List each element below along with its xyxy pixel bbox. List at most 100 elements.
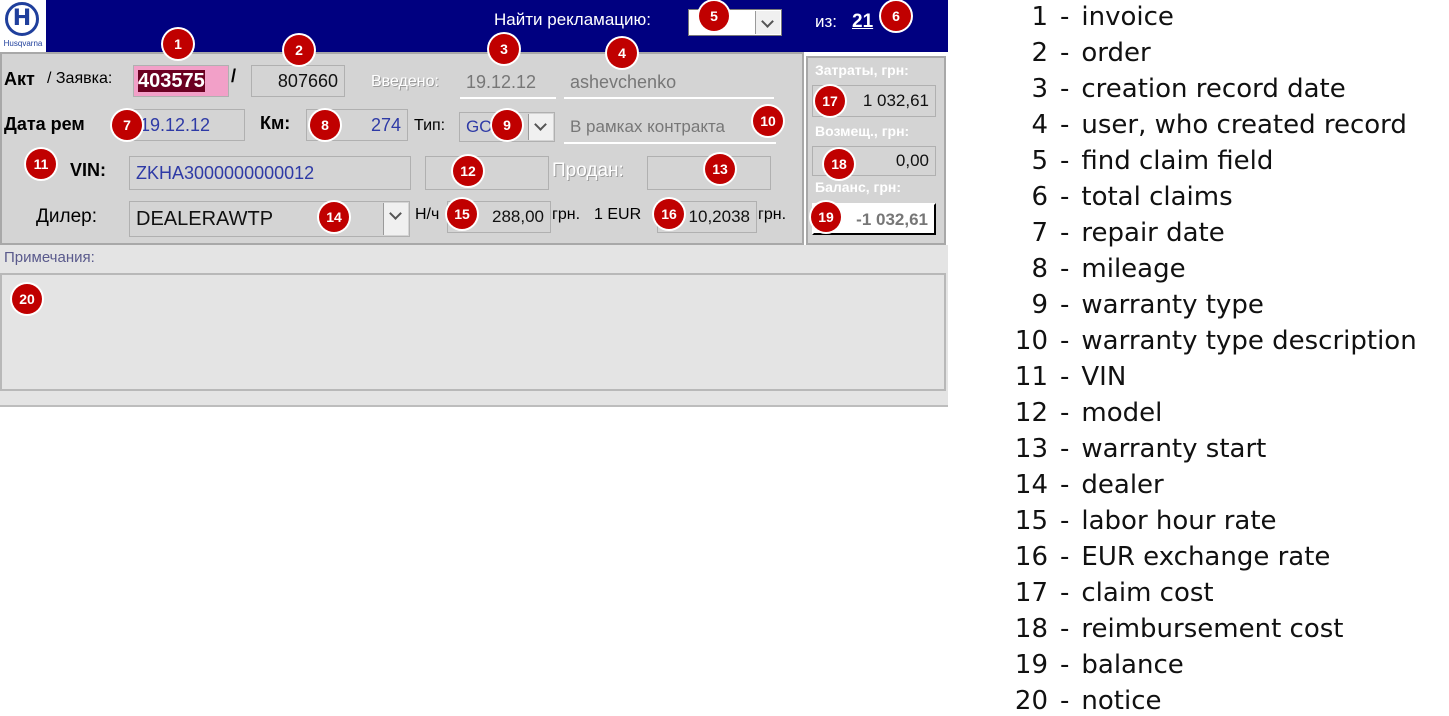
top-bar [0,0,948,52]
warranty-desc-field: В рамках контракта [564,112,776,144]
legend-text: mileage [1081,254,1186,284]
mileage-label: Км: [260,113,291,133]
invoice-field[interactable]: 403575 [133,65,229,97]
legend-item: 11- VIN [996,362,1126,392]
legend-separator: - [1060,614,1070,644]
legend-item: 8- mileage [996,254,1186,284]
marker-badge: 3 [489,34,519,64]
legend-separator: - [1060,74,1070,104]
legend-separator: - [1060,470,1070,500]
legend-separator: - [1060,434,1070,464]
marker-badge: 17 [815,86,845,116]
notes-label: Примечания: [4,249,95,266]
marker-badge: 12 [453,156,483,186]
legend-text: repair date [1081,218,1225,248]
eur-unit-label: грн. [758,206,787,223]
legend-item: 16- EUR exchange rate [996,542,1331,572]
legend-separator: - [1060,2,1070,32]
labor-rate-label: Н/ч [415,206,440,223]
legend-separator: - [1060,398,1070,428]
legend-separator: - [1060,254,1070,284]
logo-text: Husqvarna [3,39,43,48]
slash-label: / [231,66,237,86]
order-field[interactable]: 807660 [251,65,345,97]
legend-text: user, who created record [1081,110,1407,140]
legend-item: 18- reimbursement cost [996,614,1344,644]
legend-text: warranty start [1081,434,1267,464]
legend-number: 20 [1014,686,1048,716]
legend-text: order [1081,38,1151,68]
legend-item: 14- dealer [996,470,1164,500]
labor-unit-label: грн. [552,206,581,223]
dealer-select[interactable]: DEALERAWTP [129,201,410,237]
legend-separator: - [1060,578,1070,608]
total-claims-link[interactable]: 21 [852,11,873,33]
legend-separator: - [1060,110,1070,140]
marker-badge: 2 [284,35,314,65]
legend-number: 14 [1014,470,1048,500]
legend-separator: - [1060,218,1070,248]
legend-item: 10- warranty type description [996,326,1417,356]
chevron-down-icon[interactable] [528,114,553,140]
legend-number: 18 [1014,614,1048,644]
dealer-label: Дилер: [36,206,97,227]
repair-date-field[interactable]: 19.12.12 [133,109,245,141]
marker-badge: 18 [824,149,854,179]
legend-text: invoice [1081,2,1174,32]
legend-number: 15 [1014,506,1048,536]
marker-badge: 20 [12,284,42,314]
legend-item: 6- total claims [996,182,1232,212]
marker-badge: 8 [310,110,340,140]
creation-date-field: 19.12.12 [460,67,556,99]
vin-field[interactable]: ZKHA3000000000012 [129,156,411,190]
legend-text: VIN [1081,362,1127,392]
marker-badge: 15 [447,199,477,229]
total-claims-label: из: [815,12,838,31]
marker-badge: 6 [881,1,911,31]
find-claim-label: Найти рекламацию: [494,10,651,29]
marker-badge: 14 [319,202,349,232]
legend-number: 10 [1014,326,1048,356]
legend-item: 12- model [996,398,1162,428]
notes-textarea[interactable] [0,273,946,391]
chevron-down-icon[interactable] [383,203,408,235]
chevron-down-icon[interactable] [755,11,780,34]
legend-item: 4- user, who created record [996,110,1407,140]
legend-item: 19- balance [996,650,1184,680]
logo: H Husqvarna [0,0,46,52]
legend-separator: - [1060,542,1070,572]
legend-separator: - [1060,182,1070,212]
legend-text: dealer [1081,470,1164,500]
legend-text: warranty type description [1081,326,1417,356]
sold-label: Продан: [552,160,624,181]
balance-label: Баланс, грн: [815,179,902,195]
legend-text: claim cost [1081,578,1214,608]
model-field[interactable] [425,156,549,190]
legend-separator: - [1060,38,1070,68]
legend-separator: - [1060,686,1070,716]
cost-label: Затраты, грн: [815,62,909,78]
legend-number: 3 [1031,74,1048,104]
legend-number: 17 [1014,578,1048,608]
legend-separator: - [1060,146,1070,176]
legend-item: 13- warranty start [996,434,1266,464]
husqvarna-logo-icon: H [5,2,39,36]
legend-number: 9 [1031,290,1048,320]
legend-item: 17- claim cost [996,578,1214,608]
legend-text: model [1081,398,1163,428]
marker-badge: 7 [112,110,142,140]
legend-text: EUR exchange rate [1081,542,1331,572]
dealer-value: DEALERAWTP [136,208,274,230]
marker-badge: 11 [26,149,56,179]
legend-item: 9- warranty type [996,290,1263,320]
legend-number: 19 [1014,650,1048,680]
legend-separator: - [1060,362,1070,392]
legend-number: 16 [1014,542,1048,572]
reimbursement-label: Возмещ., грн: [815,123,910,139]
marker-badge: 13 [705,154,735,184]
marker-badge: 16 [654,199,684,229]
act-label: Акт [4,69,35,89]
invoice-value: 403575 [138,70,205,92]
eur-label: 1 EUR [594,206,642,223]
legend-number: 8 [1031,254,1048,284]
